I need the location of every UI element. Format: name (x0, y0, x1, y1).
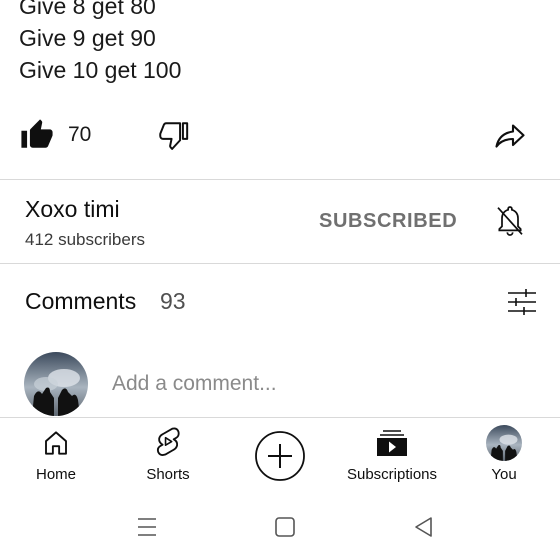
create-button[interactable] (224, 418, 336, 498)
divider (0, 263, 560, 264)
comments-header[interactable]: Comments 93 (0, 270, 560, 330)
shorts-icon (156, 427, 180, 456)
home-square-icon (275, 517, 295, 537)
nav-label: Subscriptions (346, 466, 438, 483)
nav-home[interactable]: Home (0, 418, 112, 498)
like-button[interactable]: 70 (20, 118, 91, 152)
divider (0, 179, 560, 180)
avatar (486, 425, 522, 461)
description-line: Give 10 get 100 (19, 57, 182, 83)
system-back-button[interactable] (412, 514, 434, 545)
dislike-button[interactable] (156, 119, 190, 158)
subscribed-button[interactable]: SUBSCRIBED (319, 210, 457, 233)
channel-name[interactable]: Xoxo timi (25, 196, 120, 223)
avatar (24, 352, 88, 416)
home-icon (45, 431, 67, 455)
thumbs-up-filled-icon (21, 119, 53, 148)
like-count: 70 (68, 123, 92, 146)
system-menu-button[interactable] (136, 514, 158, 545)
share-button[interactable] (492, 118, 528, 159)
bell-off-icon (497, 206, 523, 236)
channel-row[interactable]: Xoxo timi 412 subscribers SUBSCRIBED (0, 181, 560, 263)
nav-label: Shorts (146, 466, 190, 483)
video-description: Give 8 get 80 Give 9 get 90 Give 10 get … (19, 0, 181, 86)
share-arrow-icon (495, 124, 525, 148)
create-plus-icon (255, 431, 305, 481)
comment-input[interactable]: Add a comment... (112, 372, 277, 396)
nav-label: You (491, 466, 517, 483)
add-comment-row[interactable]: Add a comment... (0, 350, 560, 418)
action-bar: 70 (0, 112, 560, 160)
nav-label: Home (35, 466, 76, 483)
video-watch-page: Give 8 get 80 Give 9 get 90 Give 10 get … (0, 0, 560, 560)
description-line: Give 9 get 90 (19, 25, 156, 51)
subscriptions-icon (377, 430, 407, 456)
comments-title: Comments (25, 288, 137, 314)
thumbs-down-icon (159, 122, 189, 150)
bottom-navigation: Home Shorts Subscriptions You (0, 418, 560, 498)
nav-you[interactable]: You (448, 418, 560, 498)
back-triangle-icon (415, 517, 432, 537)
notification-bell-button[interactable] (494, 203, 526, 244)
system-navigation-bar (0, 500, 560, 560)
description-line: Give 8 get 80 (19, 0, 156, 19)
comments-sort-button[interactable] (506, 287, 538, 322)
nav-subscriptions[interactable]: Subscriptions (336, 418, 448, 498)
system-home-button[interactable] (274, 514, 296, 545)
comments-count: 93 (160, 288, 186, 314)
sliders-icon (508, 289, 536, 315)
menu-icon (138, 518, 156, 536)
subscriber-count: 412 subscribers (25, 230, 146, 249)
nav-shorts[interactable]: Shorts (112, 418, 224, 498)
